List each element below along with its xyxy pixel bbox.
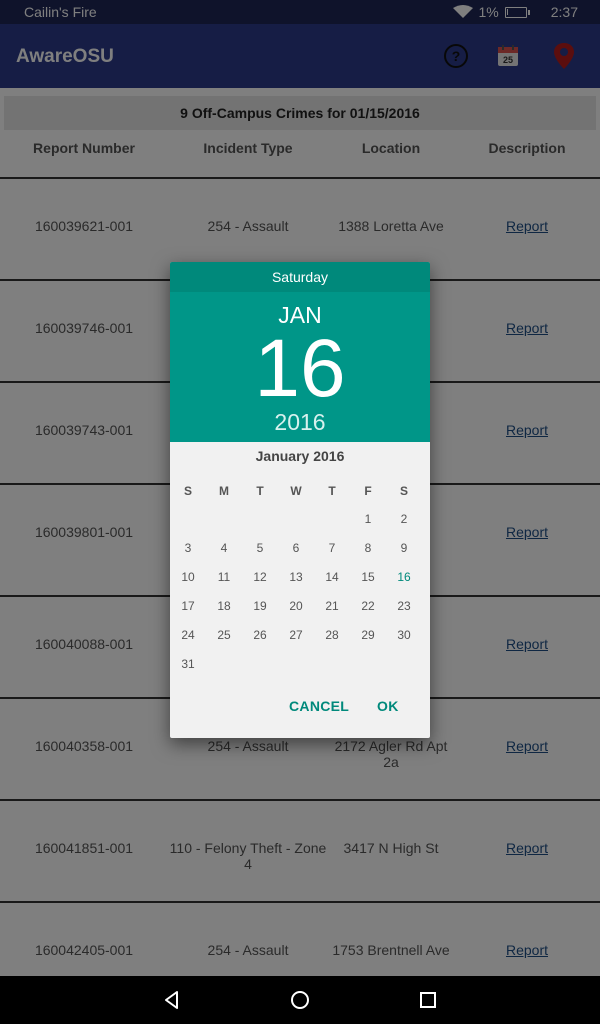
calendar-day[interactable]: 8 [352,533,384,562]
calendar-day[interactable]: 1 [352,504,384,533]
weekday-header: S [399,483,408,498]
calendar-day[interactable]: 30 [388,620,420,649]
selected-date-header: JAN 16 2016 [170,292,430,442]
calendar-day[interactable]: 19 [244,591,276,620]
calendar-day[interactable]: 3 [172,533,204,562]
weekday-header: M [219,483,229,498]
selected-day-number[interactable]: 16 [170,322,430,416]
calendar-day[interactable]: 5 [244,533,276,562]
calendar-day[interactable]: 15 [352,562,384,591]
calendar-day[interactable]: 10 [172,562,204,591]
calendar-day[interactable]: 24 [172,620,204,649]
cancel-button[interactable]: CANCEL [289,698,349,714]
calendar-day[interactable]: 28 [316,620,348,649]
weekday-header: F [364,483,372,498]
calendar-day[interactable]: 6 [280,533,312,562]
calendar-day[interactable]: 9 [388,533,420,562]
weekday-header: W [290,483,302,498]
calendar-day[interactable]: 14 [316,562,348,591]
back-icon[interactable] [160,988,184,1012]
calendar-month-title: January 2016 [255,448,345,464]
calendar-day[interactable]: 25 [208,620,240,649]
home-icon[interactable] [288,988,312,1012]
calendar-day[interactable]: 12 [244,562,276,591]
weekday-header: T [328,483,336,498]
calendar-day[interactable]: 21 [316,591,348,620]
calendar-day[interactable]: 27 [280,620,312,649]
calendar-day[interactable]: 26 [244,620,276,649]
calendar-day[interactable]: 23 [388,591,420,620]
selected-year[interactable]: 2016 [170,409,430,436]
calendar-day[interactable]: 20 [280,591,312,620]
system-nav-bar [0,976,600,1024]
calendar-day[interactable]: 2 [388,504,420,533]
calendar-day[interactable]: 7 [316,533,348,562]
date-picker-dialog: Saturday JAN 16 2016 January 2016 CANCEL… [170,262,430,738]
calendar-day[interactable]: 11 [208,562,240,591]
calendar-day[interactable]: 31 [172,649,204,678]
weekday-header: S [183,483,192,498]
calendar-day[interactable]: 13 [280,562,312,591]
calendar-day-selected[interactable]: 16 [388,561,420,593]
calendar-day[interactable]: 17 [172,591,204,620]
selected-day-of-week: Saturday [170,262,430,292]
weekday-header: T [256,483,264,498]
calendar-day[interactable]: 22 [352,591,384,620]
recents-icon[interactable] [416,988,440,1012]
month-calendar: January 2016 CANCEL OK SMTWTFS1234567891… [170,442,430,738]
ok-button[interactable]: OK [377,698,399,714]
calendar-day[interactable]: 18 [208,591,240,620]
calendar-day[interactable]: 4 [208,533,240,562]
calendar-day[interactable]: 29 [352,620,384,649]
